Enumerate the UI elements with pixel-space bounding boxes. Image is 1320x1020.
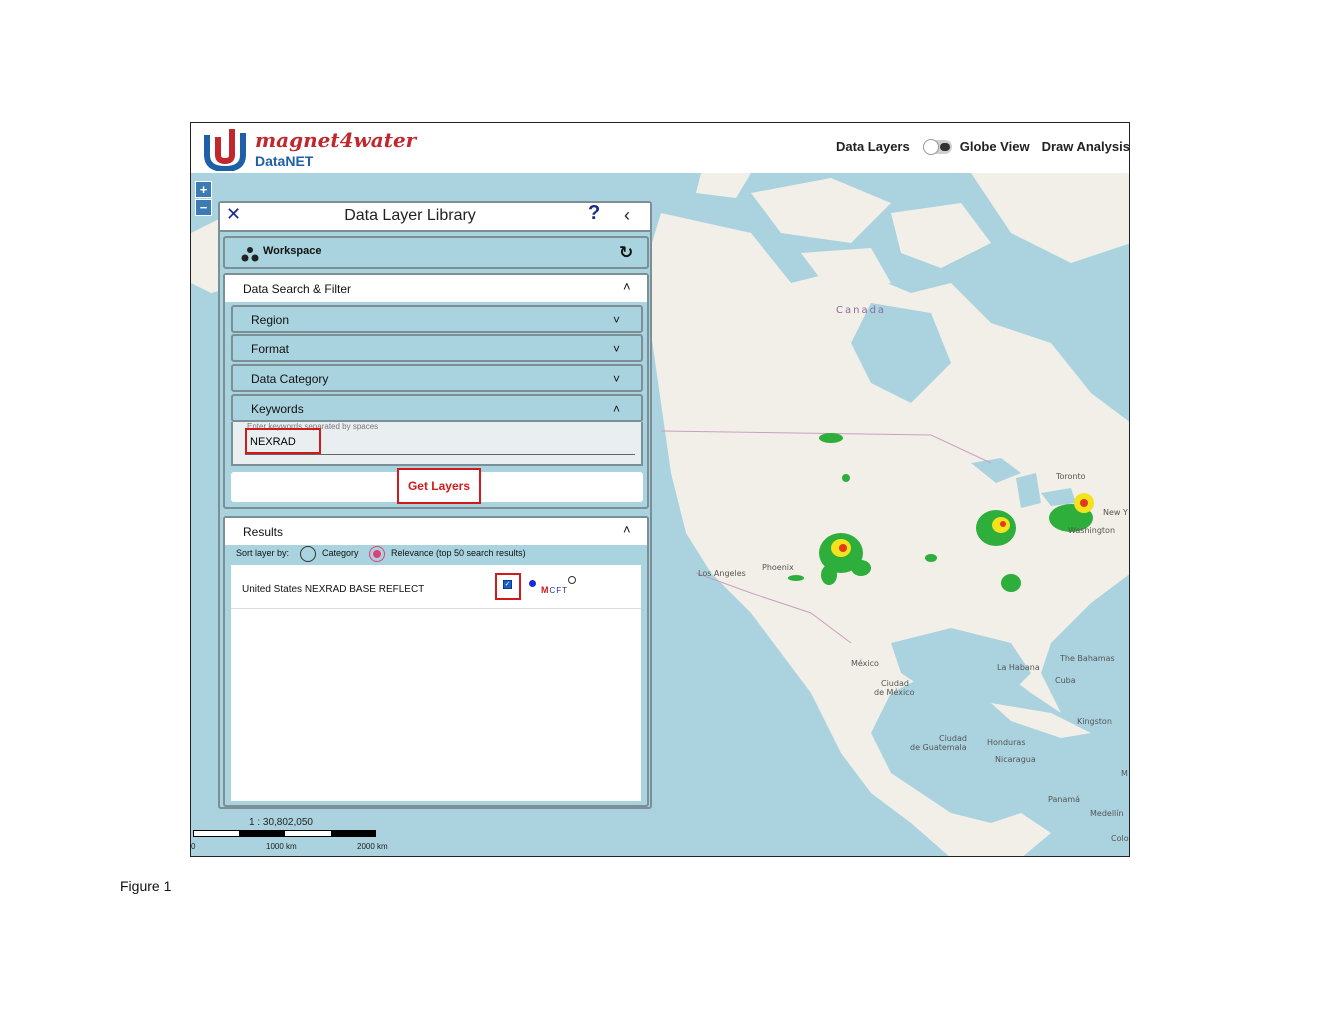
badge-m: M [541, 585, 550, 595]
results-list: United States NEXRAD BASE REFLECT ✓ MCFT [231, 565, 641, 801]
map-label-ciudad-guatemala-2: de Guatemala [910, 743, 967, 752]
filter-format-label: Format [251, 342, 290, 356]
map-label-new-york: New Y [1103, 508, 1128, 517]
filter-keywords[interactable]: Keywords ˄ [231, 394, 643, 422]
sort-row: Sort layer by: Category Relevance (top 5… [225, 546, 647, 564]
filter-data-category-label: Data Category [251, 372, 329, 386]
scale-label-0: 0 [191, 842, 196, 851]
chevron-down-icon[interactable]: ˅ [613, 342, 620, 356]
filter-region-label: Region [251, 313, 290, 327]
keywords-input[interactable] [245, 428, 321, 454]
top-nav: Data Layers Globe View Draw Analysis A [836, 138, 1129, 155]
map-label-phoenix: Phoenix [762, 563, 794, 572]
get-layers-button[interactable]: Get Layers [397, 468, 481, 504]
data-search-filter-section: Data Search & Filter ˄ Region ˅ Format ˅… [223, 273, 649, 509]
map-label-nicaragua: Nicaragua [995, 755, 1036, 764]
map-label-washington: Washington [1068, 526, 1115, 535]
result-checkbox-highlight: ✓ [495, 573, 521, 600]
figure-caption: Figure 1 [120, 878, 172, 894]
sort-category-radio[interactable] [300, 546, 316, 562]
map-label-la-habana: La Habana [997, 663, 1040, 672]
magnet-logo-icon [204, 129, 246, 171]
sort-category-label: Category [322, 548, 359, 558]
app-header: magnet4water DataNET Data Layers Globe V… [191, 123, 1129, 173]
filter-region[interactable]: Region ˅ [231, 305, 643, 333]
search-filter-title: Data Search & Filter [243, 282, 352, 296]
get-layers-row: Get Layers [231, 468, 643, 504]
filter-data-category[interactable]: Data Category ˅ [231, 364, 643, 392]
chevron-up-icon[interactable]: ˄ [613, 402, 620, 416]
map-label-canada: Canada [836, 305, 886, 316]
map-label-honduras: Honduras [987, 738, 1026, 747]
results-header[interactable]: Results ˄ [225, 518, 647, 545]
filter-keywords-label: Keywords [251, 402, 304, 416]
search-filter-header[interactable]: Data Search & Filter ˄ [225, 275, 647, 302]
scale-label-1000: 1000 km [266, 842, 297, 851]
brand-name: magnet4water [255, 128, 417, 152]
chevron-down-icon[interactable]: ˅ [613, 313, 620, 327]
map-label-cuba: Cuba [1055, 676, 1076, 685]
map-label-ciudad-mexico: Ciudad [881, 679, 909, 688]
nav-globe-view[interactable]: Globe View [960, 139, 1030, 154]
keywords-box: Enter keywords separated by spaces [231, 422, 643, 466]
map-label-toronto: Toronto [1055, 472, 1086, 481]
keywords-underline [245, 454, 635, 455]
help-icon[interactable]: ? [588, 202, 600, 225]
scale-bar [193, 830, 376, 837]
map-label-los-angeles: Los Angeles [698, 569, 746, 578]
workspace-icon [241, 247, 259, 262]
map-label-m: M [1121, 769, 1128, 778]
collapse-panel-icon[interactable]: ‹ [624, 205, 630, 226]
sort-relevance-label: Relevance (top 50 search results) [391, 548, 526, 558]
result-checkbox[interactable]: ✓ [503, 580, 512, 589]
map-label-kingston: Kingston [1077, 717, 1112, 726]
map-label-ciudad-mexico-2: de México [874, 687, 915, 697]
map-label-bahamas: The Bahamas [1059, 654, 1115, 663]
scale-ratio: 1 : 30,802,050 [249, 817, 313, 828]
chevron-up-icon[interactable]: ˄ [623, 522, 631, 537]
list-item[interactable]: United States NEXRAD BASE REFLECT ✓ MCFT [231, 565, 641, 609]
brand-subtitle: DataNET [255, 153, 314, 169]
map-label-colombia: Colo [1111, 834, 1129, 843]
layer-info-dot-icon[interactable] [529, 580, 536, 587]
chevron-up-icon[interactable]: ˄ [623, 279, 631, 294]
data-layer-library-panel: ✕ Data Layer Library ? ‹ Workspace ↻ Dat… [218, 201, 652, 809]
map-label-mexico: México [851, 658, 879, 668]
workspace-section[interactable]: Workspace ↻ [223, 236, 649, 269]
app-window: Canada Toronto Washington New Y Los Ange… [190, 122, 1130, 857]
refresh-icon[interactable]: ↻ [619, 243, 633, 263]
chevron-down-icon[interactable]: ˅ [613, 372, 620, 386]
result-layer-name: United States NEXRAD BASE REFLECT [242, 584, 425, 595]
badge-cft: CFT [549, 586, 569, 595]
sort-label: Sort layer by: [236, 548, 290, 558]
zoom-in-button[interactable]: + [195, 181, 212, 198]
panel-header: ✕ Data Layer Library ? ‹ [220, 202, 650, 232]
scale-label-2000: 2000 km [357, 842, 388, 851]
globe-view-toggle[interactable] [922, 138, 952, 155]
zoom-out-button[interactable]: − [195, 199, 212, 216]
layer-format-badge: MCFT [541, 585, 568, 595]
clock-icon[interactable] [568, 576, 576, 584]
nav-draw-analysis[interactable]: Draw Analysis A [1042, 139, 1129, 154]
map-label-ciudad-guatemala: Ciudad [939, 734, 967, 743]
results-title: Results [243, 525, 284, 539]
filter-format[interactable]: Format ˅ [231, 334, 643, 362]
panel-title: Data Layer Library [344, 207, 476, 224]
nav-data-layers[interactable]: Data Layers [836, 139, 910, 154]
sort-relevance-radio[interactable] [369, 546, 385, 562]
map-label-medellin: Medellín [1090, 809, 1124, 818]
map-label-panama: Panamá [1048, 795, 1080, 804]
workspace-label: Workspace [263, 245, 322, 257]
results-section: Results ˄ Sort layer by: Category Releva… [223, 516, 649, 807]
